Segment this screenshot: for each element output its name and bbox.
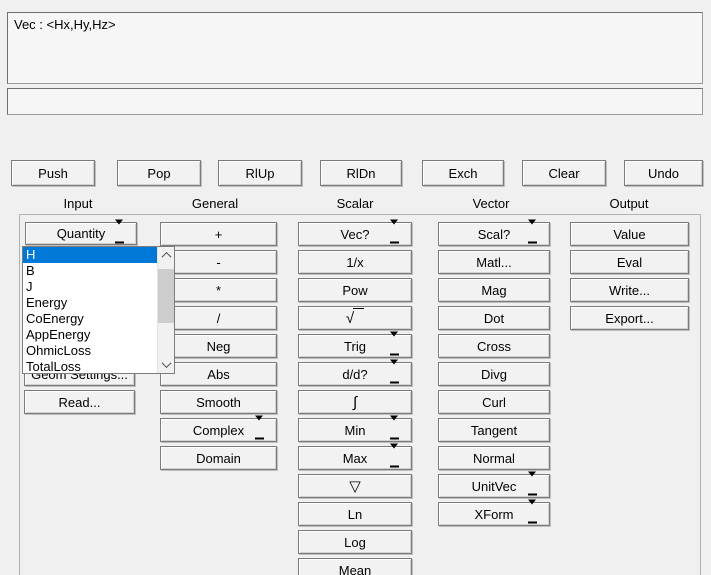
list-item-totalloss[interactable]: TotalLoss <box>23 359 158 375</box>
quantity-dropdown-button[interactable]: Quantity <box>25 222 137 245</box>
dropdown-arrow-icon <box>390 337 399 356</box>
abs-button[interactable]: Abs <box>160 362 277 386</box>
xform-dropdown-button[interactable]: XForm <box>438 502 550 526</box>
neg-button[interactable]: Neg <box>160 334 277 358</box>
domain-button[interactable]: Domain <box>160 446 277 470</box>
dropdown-arrow-icon <box>528 225 537 244</box>
subtract-button[interactable]: - <box>160 250 277 274</box>
mag-button[interactable]: Mag <box>438 278 550 302</box>
dropdown-arrow-icon <box>390 365 399 384</box>
list-item-coenergy[interactable]: CoEnergy <box>23 311 158 327</box>
reciprocal-button[interactable]: 1/x <box>298 250 412 274</box>
list-item-ohmicloss[interactable]: OhmicLoss <box>23 343 158 359</box>
section-label-vector: Vector <box>473 196 510 211</box>
quantity-dropdown-list: H B J Energy CoEnergy AppEnergy OhmicLos… <box>22 246 175 374</box>
section-label-general: General <box>192 196 238 211</box>
log-button[interactable]: Log <box>298 530 412 554</box>
curl-button[interactable]: Curl <box>438 390 550 414</box>
chevron-down-icon <box>161 358 171 368</box>
sqrt-overline <box>353 308 364 318</box>
complex-dropdown-button[interactable]: Complex <box>160 418 277 442</box>
integral-button[interactable]: ∫ <box>298 390 412 414</box>
ln-button[interactable]: Ln <box>298 502 412 526</box>
export-button[interactable]: Export... <box>570 306 689 330</box>
scal-dropdown-button[interactable]: Scal? <box>438 222 550 246</box>
dropdown-arrow-icon <box>528 477 537 496</box>
push-button[interactable]: Push <box>11 160 95 186</box>
scroll-up-button[interactable] <box>158 247 174 264</box>
vec-dropdown-button[interactable]: Vec? <box>298 222 412 246</box>
write-button[interactable]: Write... <box>570 278 689 302</box>
list-item-energy[interactable]: Energy <box>23 295 158 311</box>
list-item-j[interactable]: J <box>23 279 158 295</box>
trig-dropdown-button[interactable]: Trig <box>298 334 412 358</box>
message-line <box>8 89 702 97</box>
stack-register-line: Vec : <Hx,Hy,Hz> <box>8 13 702 36</box>
clear-button[interactable]: Clear <box>522 160 606 186</box>
section-label-scalar: Scalar <box>337 196 374 211</box>
dot-button[interactable]: Dot <box>438 306 550 330</box>
divg-button[interactable]: Divg <box>438 362 550 386</box>
add-button[interactable]: + <box>160 222 277 246</box>
dropdown-arrow-icon <box>115 224 124 243</box>
list-item-h[interactable]: H <box>23 247 158 263</box>
read-button[interactable]: Read... <box>24 390 135 414</box>
max-dropdown-button[interactable]: Max <box>298 446 412 470</box>
stack-display[interactable]: Vec : <Hx,Hy,Hz> <box>7 12 703 84</box>
matl-button[interactable]: Matl... <box>438 250 550 274</box>
smooth-button[interactable]: Smooth <box>160 390 277 414</box>
sqrt-button[interactable]: √ <box>298 306 412 330</box>
cross-button[interactable]: Cross <box>438 334 550 358</box>
field-calculator-dialog: Vec : <Hx,Hy,Hz> Push Pop RlUp RlDn Exch… <box>0 0 711 575</box>
dropdown-arrow-icon <box>255 421 264 440</box>
exch-button[interactable]: Exch <box>422 160 504 186</box>
min-dropdown-button[interactable]: Min <box>298 418 412 442</box>
divide-button[interactable]: / <box>160 306 277 330</box>
scroll-down-button[interactable] <box>158 356 174 373</box>
dropdown-arrow-icon <box>390 225 399 244</box>
section-label-input: Input <box>64 196 93 211</box>
pop-button[interactable]: Pop <box>117 160 201 186</box>
tangent-button[interactable]: Tangent <box>438 418 550 442</box>
dropdown-scrollbar[interactable] <box>157 247 174 373</box>
rldn-button[interactable]: RlDn <box>320 160 402 186</box>
list-item-appenergy[interactable]: AppEnergy <box>23 327 158 343</box>
normal-button[interactable]: Normal <box>438 446 550 470</box>
scrollbar-thumb[interactable] <box>158 269 174 323</box>
multiply-button[interactable]: * <box>160 278 277 302</box>
eval-button[interactable]: Eval <box>570 250 689 274</box>
dropdown-arrow-icon <box>390 421 399 440</box>
list-item-b[interactable]: B <box>23 263 158 279</box>
pow-button[interactable]: Pow <box>298 278 412 302</box>
rlup-button[interactable]: RlUp <box>218 160 302 186</box>
message-line-box <box>7 88 703 115</box>
undo-button[interactable]: Undo <box>624 160 703 186</box>
dropdown-arrow-icon <box>528 505 537 524</box>
chevron-up-icon <box>161 252 171 262</box>
value-button[interactable]: Value <box>570 222 689 246</box>
derivative-dropdown-button[interactable]: d/d? <box>298 362 412 386</box>
dropdown-arrow-icon <box>390 449 399 468</box>
grad-button[interactable]: ▽ <box>298 474 412 498</box>
mean-button[interactable]: Mean <box>298 558 412 575</box>
section-label-output: Output <box>609 196 648 211</box>
unitvec-dropdown-button[interactable]: UnitVec <box>438 474 550 498</box>
